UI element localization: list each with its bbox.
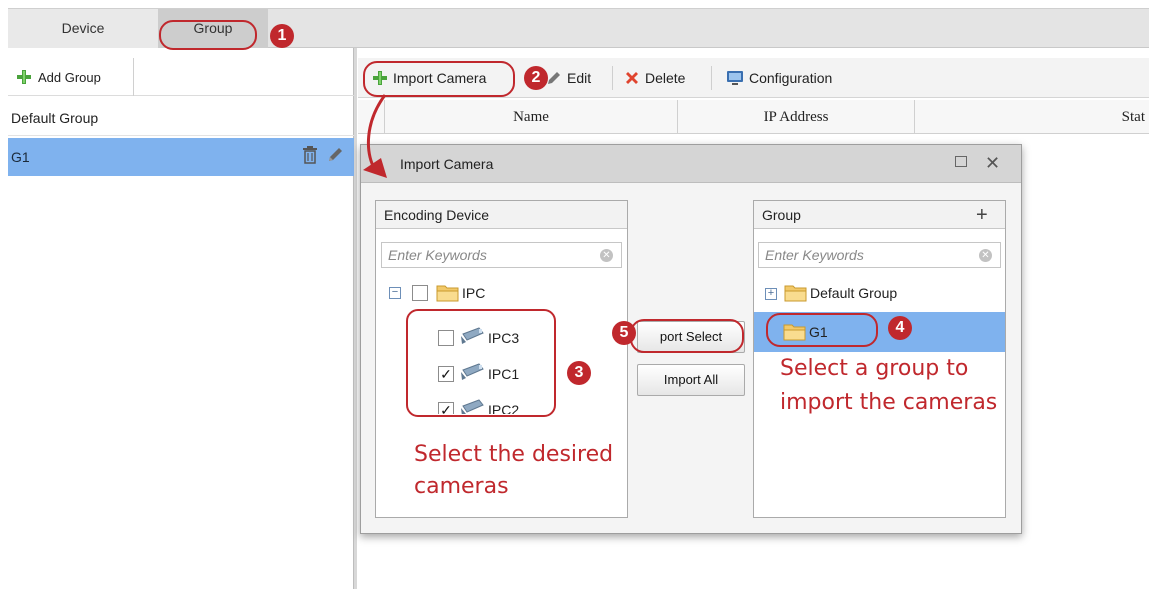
trash-icon[interactable]	[302, 146, 318, 164]
monitor-icon	[727, 71, 743, 85]
plus-icon	[17, 70, 31, 84]
add-group-label: Add Group	[38, 69, 101, 85]
column-header-status[interactable]: Stat	[914, 100, 1149, 134]
close-icon[interactable]: ✕	[985, 148, 1000, 178]
folder-icon	[784, 285, 807, 302]
tab-device[interactable]: Device	[8, 9, 158, 48]
step-badge: 4	[888, 316, 912, 340]
column-header-ip-address[interactable]: IP Address	[677, 100, 914, 134]
annotation-highlight	[159, 20, 257, 50]
sidebar-item-label: Default Group	[11, 110, 99, 126]
step-badge: 3	[567, 361, 591, 385]
delete-label: Delete	[645, 70, 686, 86]
device-search-input[interactable]: Enter Keywords	[381, 242, 622, 268]
collapse-icon[interactable]: −	[389, 287, 401, 299]
toolbar-divider	[612, 66, 613, 90]
group-pane-title: Group	[754, 201, 1005, 229]
ipc-folder-checkbox[interactable]	[412, 285, 428, 301]
step-badge: 1	[270, 24, 294, 48]
configuration-label: Configuration	[749, 70, 833, 86]
add-group-icon[interactable]: +	[976, 200, 988, 230]
edit-label: Edit	[567, 70, 592, 86]
row-actions	[302, 146, 344, 164]
configuration-button[interactable]: Configuration	[726, 58, 832, 98]
encoding-device-title: Encoding Device	[376, 201, 627, 229]
clear-search-icon[interactable]: ✕	[979, 249, 992, 262]
edit-button[interactable]: Edit	[546, 58, 591, 98]
annotation-arrow	[363, 94, 387, 178]
delete-x-icon	[626, 72, 638, 84]
annotation-note-group-line1: Select a group to	[780, 356, 969, 381]
step-badge: 2	[524, 66, 548, 90]
annotation-highlight	[630, 319, 744, 353]
delete-button[interactable]: Delete	[624, 58, 685, 98]
annotation-note-group-line2: import the cameras	[780, 390, 998, 415]
folder-icon	[436, 285, 459, 302]
tree-node-label[interactable]: Default Group	[810, 285, 897, 301]
clear-search-icon[interactable]: ✕	[600, 249, 613, 262]
sidebar-item-label: G1	[11, 149, 30, 165]
annotation-note-cameras-line1: Select the desired	[414, 442, 614, 467]
group-search-input[interactable]: Enter Keywords	[758, 242, 1001, 268]
annotation-note-cameras-line2: cameras	[414, 474, 509, 499]
add-group-button[interactable]: Add Group	[8, 58, 134, 96]
annotation-highlight	[766, 313, 878, 347]
import-all-button[interactable]: Import All	[637, 364, 745, 396]
step-badge: 5	[612, 321, 636, 345]
toolbar-divider	[711, 66, 712, 90]
column-header-name[interactable]: Name	[384, 100, 677, 134]
maximize-icon[interactable]	[955, 156, 967, 167]
dialog-title: Import Camera	[400, 156, 494, 172]
pencil-icon	[548, 72, 560, 84]
sidebar-item-default-group[interactable]: Default Group	[8, 100, 354, 136]
expand-icon[interactable]: +	[765, 288, 777, 300]
annotation-highlight	[406, 309, 556, 417]
pencil-icon[interactable]	[326, 146, 344, 164]
tree-node-label[interactable]: IPC	[462, 285, 485, 301]
